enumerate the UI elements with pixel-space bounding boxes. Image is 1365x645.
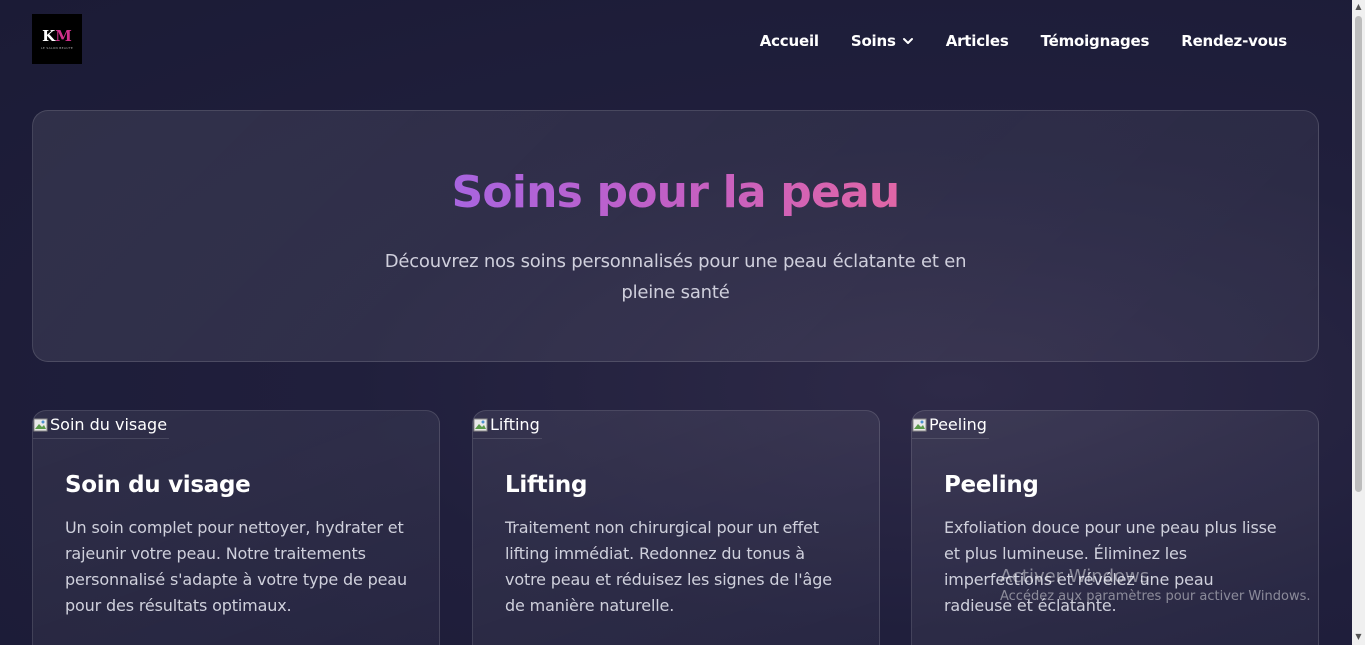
site-header: KM LE SALON BEAUTE Accueil Soins Article… [0,0,1352,86]
watermark-title: Activer Windows [1000,566,1150,587]
page-subtitle: Découvrez nos soins personnalisés pour u… [384,251,967,303]
card-title: Soin du visage [65,472,251,498]
hero-banner: Soins pour la peau Découvrez nos soins p… [32,110,1319,362]
nav-temoignages[interactable]: Témoignages [1041,32,1150,50]
scrollbar-thumb[interactable] [1355,16,1362,492]
site-logo[interactable]: KM LE SALON BEAUTE [32,14,82,64]
chevron-down-icon [902,38,913,44]
windows-activation-watermark: Activer Windows Accédez aux paramètres p… [1000,566,1311,604]
card-text: Un soin complet pour nettoyer, hydrater … [65,518,407,615]
vertical-scrollbar[interactable]: ▲ ▼ [1352,0,1365,645]
nav-articles[interactable]: Articles [946,32,1009,50]
card-text: Traitement non chirurgical pour un effet… [505,518,832,615]
nav-accueil[interactable]: Accueil [760,32,819,50]
broken-image-icon [912,418,927,431]
logo-tagline: LE SALON BEAUTE [40,45,74,50]
card-title: Lifting [505,472,588,498]
scroll-up-arrow-icon[interactable]: ▲ [1354,2,1363,11]
card-title: Peeling [944,472,1039,498]
logo-monogram: KM [42,26,72,45]
service-card-peeling[interactable]: Peeling Peeling Exfoliation douce pour u… [911,410,1319,645]
card-image-broken: Soin du visage [33,411,170,439]
broken-image-icon [473,418,488,431]
scroll-down-arrow-icon[interactable]: ▼ [1354,632,1363,641]
page-title: Soins pour la peau [451,167,901,218]
broken-image-icon [33,418,48,431]
card-image-broken: Peeling [912,411,989,439]
service-card-soin-visage[interactable]: Soin du visage Soin du visage Un soin co… [32,410,440,645]
main-nav: Accueil Soins Articles Témoignages Rende… [760,32,1287,50]
nav-soins[interactable]: Soins [851,32,914,50]
nav-rendez-vous[interactable]: Rendez-vous [1181,32,1287,50]
watermark-text: Accédez aux paramètres pour activer Wind… [1000,589,1311,604]
service-card-lifting[interactable]: Lifting Lifting Traitement non chirurgic… [472,410,880,645]
card-image-broken: Lifting [473,411,542,439]
